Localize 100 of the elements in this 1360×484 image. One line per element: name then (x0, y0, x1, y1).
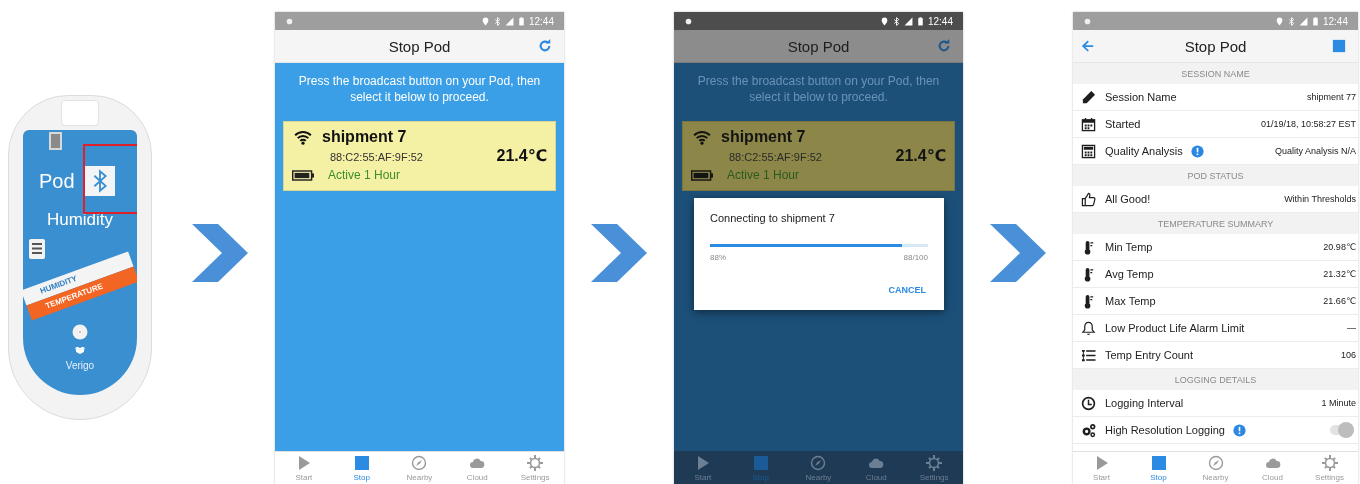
detail-row[interactable]: Logging Interval 1 Minute (1073, 390, 1358, 417)
dialog-message: Connecting to shipment 7 (710, 212, 836, 224)
row-label: Started (1105, 118, 1141, 130)
screen-title: Stop Pod (1183, 37, 1248, 55)
tab-button[interactable]: Settings (909, 454, 960, 482)
section-header: TEMPERATURE SUMMARY (1073, 213, 1358, 234)
sensor-window (49, 132, 62, 150)
toggle-switch[interactable] (1330, 425, 1354, 435)
row-label: Temp Entry Count (1105, 349, 1194, 361)
detail-row[interactable]: Low Product Life Alarm Limit — (1073, 315, 1358, 342)
row-value: — (1347, 323, 1357, 333)
screen-title: Stop Pod (786, 37, 851, 55)
section-header: SESSION NAME (1073, 63, 1358, 84)
tab-button[interactable]: Stop (1133, 454, 1184, 482)
tab-button[interactable]: Start (278, 454, 329, 482)
device-name: Pod (39, 169, 75, 193)
round-button-icon (72, 324, 88, 340)
tab-button[interactable]: Cloud (452, 454, 503, 482)
pencil-icon (1081, 89, 1096, 105)
refresh-icon[interactable] (538, 39, 552, 53)
notification-dot-icon (285, 16, 294, 26)
location-pin-icon (879, 16, 889, 26)
signal-icon (504, 16, 514, 26)
signal-icon (903, 16, 913, 26)
tab-button[interactable]: Settings (1304, 454, 1355, 482)
row-value: 20.98℃ (1323, 242, 1357, 252)
stop-square-icon (1150, 454, 1167, 471)
progress-count: 88/100 (903, 253, 928, 262)
battery-full-icon (691, 169, 713, 181)
instruction-text: Press the broadcast button on your Pod, then select it below to proceed. (696, 73, 941, 106)
list-icon (1081, 347, 1096, 363)
row-value: 1 Minute (1321, 398, 1357, 408)
stop-square-icon (353, 454, 370, 471)
battery-icon (915, 16, 925, 26)
screen-title: Stop Pod (387, 37, 452, 55)
battery-icon (1310, 16, 1320, 26)
chevron-icon (989, 224, 1047, 282)
row-label: Quality Analysis (1105, 145, 1183, 157)
signal-icon (1298, 16, 1308, 26)
status-time: 12:44 (528, 15, 554, 27)
settings-icon (527, 454, 544, 471)
hanging-hole (61, 100, 99, 126)
bluetooth-button-icon (84, 166, 115, 196)
instruction-text: Press the broadcast button on your Pod, then select it below to proceed. (297, 73, 542, 106)
stop-square-icon[interactable] (1332, 39, 1346, 53)
stop-square-icon (752, 454, 769, 471)
battery-icon (516, 16, 526, 26)
detail-row[interactable]: Avg Temp 21.32℃ (1073, 261, 1358, 288)
pod-card[interactable]: shipment 7 88:C2:55:AF:9F:52 Active 1 Hour 21.4℃ (283, 121, 556, 191)
gears-icon (1081, 422, 1096, 438)
pod-name: shipment 7 (322, 128, 407, 146)
detail-row[interactable]: Started 01/19/18, 10:58:27 EST (1073, 111, 1358, 138)
row-value: 21.32℃ (1323, 269, 1357, 279)
tab-button[interactable]: Start (677, 454, 728, 482)
notification-dot-icon (1083, 16, 1092, 26)
maker-label: Verigo (65, 360, 95, 371)
pod-card[interactable]: shipment 7 88:C2:55:AF:9F:52 Active 1 Hour 21.4℃ (682, 121, 955, 191)
refresh-icon[interactable] (937, 39, 951, 53)
tab-button[interactable]: Nearby (793, 454, 844, 482)
row-label: Session Name (1105, 91, 1177, 103)
wifi-signal-icon (292, 128, 314, 146)
tab-button[interactable]: Start (1076, 454, 1127, 482)
tab-button[interactable]: Cloud (851, 454, 902, 482)
detail-row[interactable]: Max Temp 21.66℃ (1073, 288, 1358, 315)
notification-dot-icon (684, 16, 693, 26)
wifi-signal-icon (691, 128, 713, 146)
bell-icon (1081, 320, 1096, 336)
tab-button[interactable]: Settings (510, 454, 561, 482)
row-value: 01/19/18, 10:58:27 EST (1260, 119, 1357, 129)
row-value: Quality Analysis N/A (1274, 146, 1357, 156)
pod-temperature: 21.4℃ (895, 145, 946, 165)
chevron-icon (590, 224, 648, 282)
status-time: 12:44 (1322, 15, 1348, 27)
row-label: All Good! (1105, 193, 1151, 205)
location-pin-icon (1274, 16, 1284, 26)
bluetooth-icon (891, 16, 901, 26)
tab-button[interactable]: Nearby (394, 454, 445, 482)
calendar-icon (1081, 116, 1096, 132)
pod-name: shipment 7 (721, 128, 806, 146)
calculator-icon (1081, 143, 1096, 159)
detail-row[interactable]: Session Name shipment 77 (1073, 84, 1358, 111)
settings-icon (1321, 454, 1338, 471)
tab-button[interactable]: Nearby (1190, 454, 1241, 482)
detail-row[interactable]: High Resolution Logging (1073, 417, 1358, 444)
bluetooth-icon (492, 16, 502, 26)
back-arrow-icon[interactable] (1081, 39, 1095, 53)
tab-button[interactable]: Cloud (1247, 454, 1298, 482)
compass-icon (1207, 454, 1224, 471)
row-value: shipment 77 (1306, 92, 1357, 102)
tab-button[interactable]: Stop (336, 454, 387, 482)
chevron-icon (191, 224, 249, 282)
bluetooth-icon (1286, 16, 1296, 26)
row-label: High Resolution Logging (1105, 424, 1225, 436)
battery-full-icon (292, 169, 314, 181)
row-value: 21.66℃ (1323, 296, 1357, 306)
pod-address: 88:C2:55:AF:9F:52 (729, 151, 822, 163)
row-value: Within Thresholds (1284, 194, 1357, 204)
detail-row[interactable]: Min Temp 20.98℃ (1073, 234, 1358, 261)
sensor-type-label: Humidity (46, 210, 114, 230)
clock-icon (1081, 395, 1096, 411)
